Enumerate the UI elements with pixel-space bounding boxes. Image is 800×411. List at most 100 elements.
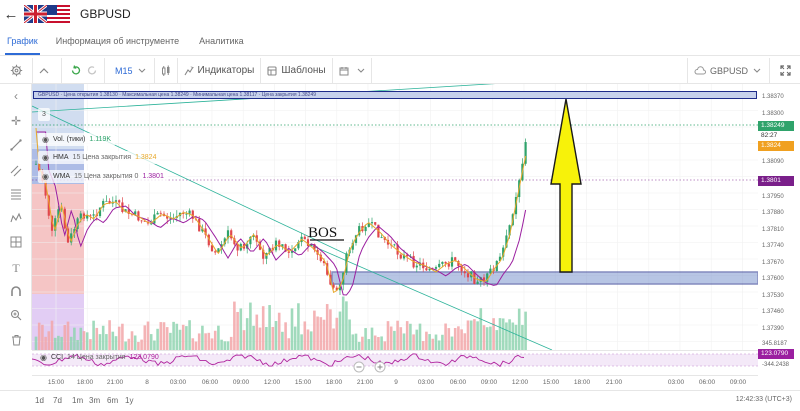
volume-bar [57,335,60,350]
time-tick: 9 [394,379,398,386]
channel-icon[interactable] [9,165,23,179]
range-3m[interactable]: 3m [89,396,100,405]
time-tick: 21:00 [356,379,374,386]
volume-bar [114,336,118,350]
volume-bar [34,336,38,350]
pattern-icon[interactable] [9,212,23,226]
volume-bar [393,330,396,350]
candle-body [364,226,367,232]
volume-bar [191,338,195,350]
volume-bar [290,308,294,350]
volume-bar [476,321,479,350]
count-badge[interactable]: 3 [38,108,50,121]
volume-bar [105,334,108,350]
redo-icon[interactable] [84,58,100,84]
fullscreen-icon[interactable] [770,58,800,84]
zoom-icon[interactable] [9,309,23,323]
text-tool-icon[interactable]: T [9,261,23,275]
price-chart-canvas[interactable]: BOS [32,84,758,350]
cci-pane[interactable]: ◉ CCI 14 Цена закрытия 123.0790 [32,350,758,374]
crosshair-icon[interactable]: ✛ [9,114,23,128]
time-tick: 18:00 [76,379,94,386]
tab-chart[interactable]: График [5,36,40,55]
settings-icon[interactable] [0,58,32,84]
time-tick: 18:00 [573,379,591,386]
volume-bar [95,327,99,350]
collapse-left-icon[interactable]: ‹ [9,89,23,103]
chevron-up-icon[interactable] [33,58,55,84]
volume-bar [373,335,377,350]
tab-analytics[interactable]: Аналитика [197,36,246,55]
price-tick: 1.37740 [762,243,784,249]
candle-body [438,263,441,268]
time-tick: 21:00 [106,379,124,386]
volume-bar [249,302,252,350]
wma-value: 1.3801 [142,173,164,180]
chevron-down-icon[interactable] [355,58,367,84]
indicators-label: Индикаторы [197,65,255,76]
eye-icon[interactable]: ◉ [42,151,49,164]
volume-bar [463,333,467,350]
volume-bar [505,322,508,350]
volume-bar [466,320,470,350]
volume-bar [511,322,515,350]
volume-bar [485,327,489,350]
gann-icon[interactable] [9,236,23,250]
volume-bar [47,331,51,350]
templates-button[interactable]: Шаблоны [267,58,326,84]
time-tick: 18:00 [325,379,343,386]
volume-bar [338,311,342,350]
candle-body [214,251,217,253]
volume-bar [332,328,335,350]
time-tick: 03:00 [667,379,685,386]
range-6m[interactable]: 6m [107,396,118,405]
eye-icon[interactable]: ◉ [42,133,49,146]
range-1y[interactable]: 1y [125,396,133,405]
tab-instrument-info[interactable]: Информация об инструменте [54,36,181,55]
volume-bar [418,323,422,350]
volume-bar [127,338,131,350]
volume-bar [149,334,153,350]
symbol-select[interactable]: GBPUSD [694,58,761,84]
range-1m[interactable]: 1m [72,396,83,405]
price-chart[interactable]: BOS [32,84,758,350]
volume-bar [409,323,412,350]
volume-bar [73,327,76,350]
candle-type-icon[interactable] [155,58,177,84]
time-axis[interactable]: 15:00 18:00 21:00 8 03:00 06:00 09:00 12… [32,375,758,389]
price-axis[interactable]: 1.38370 1.38300 1.38249 82:27 1.3824 1.3… [758,84,800,374]
undo-icon[interactable] [66,58,84,84]
volume-bar [162,322,166,350]
range-1d[interactable]: 1d [35,396,44,405]
calendar-icon[interactable] [333,58,355,84]
timeframe-select[interactable]: M15 [115,58,146,84]
candle-body [466,273,470,278]
volume-bar [140,339,143,350]
candle-body [92,214,95,216]
candle-body [441,261,444,264]
trash-icon[interactable] [9,334,23,348]
volume-bar [447,328,451,350]
tab-bar: График Информация об инструменте Аналити… [0,28,800,56]
legend-volume: ◉ Vol. (тики) 1.119K [38,133,116,146]
volume-bar [405,321,409,350]
range-7d[interactable]: 7d [53,396,62,405]
volume-bar [265,326,268,350]
volume-bar [41,324,44,350]
volume-bar [85,332,89,350]
volume-bar [399,327,403,350]
volume-bar [226,341,230,350]
back-arrow-icon[interactable]: ← [2,6,20,23]
magnet-icon[interactable] [9,285,23,299]
fibonacci-icon[interactable] [9,188,23,202]
bos-label: BOS [308,225,337,241]
price-tick: 1.37880 [762,210,784,216]
indicators-icon [184,65,194,75]
cci-name: CCI [50,354,64,361]
candle-body [332,284,335,288]
volume-bar [194,341,198,350]
eye-icon[interactable]: ◉ [40,353,47,362]
eye-icon[interactable]: ◉ [42,170,49,183]
trendline-icon[interactable] [9,139,23,153]
indicators-button[interactable]: Индикаторы [184,58,255,84]
